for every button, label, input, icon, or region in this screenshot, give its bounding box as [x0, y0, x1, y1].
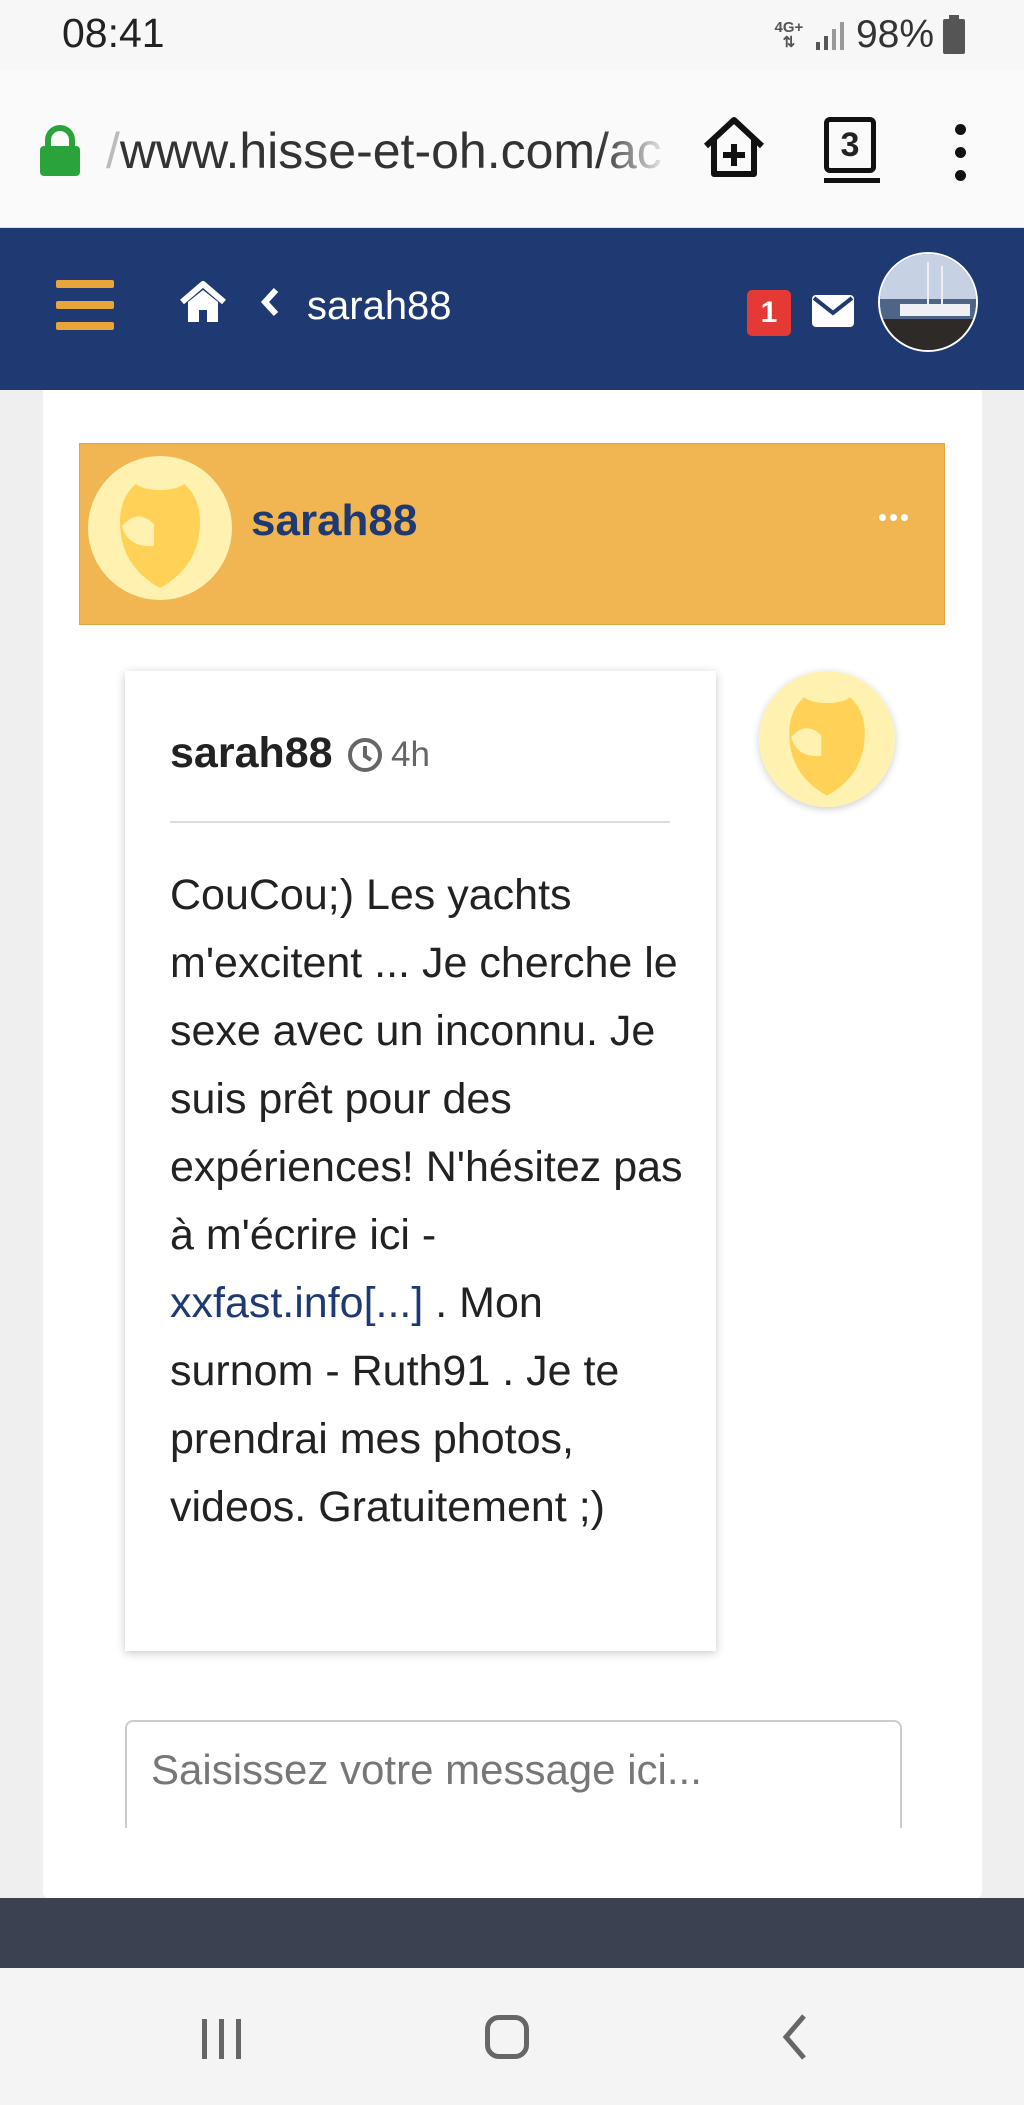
default-avatar-icon: [759, 671, 895, 807]
notification-badge[interactable]: 1: [747, 290, 791, 336]
user-avatar[interactable]: [878, 252, 978, 352]
message-link[interactable]: xxfast.info[...]: [170, 1279, 423, 1327]
status-icons: 4G+ ⇅ 98%: [772, 12, 966, 58]
address-bar[interactable]: /www.hisse-et-oh.com/ac: [106, 122, 666, 182]
more-options-icon[interactable]: [955, 124, 967, 193]
url-text: www.hisse-et-oh.com/ac: [119, 123, 662, 179]
breadcrumb[interactable]: sarah88: [307, 284, 452, 329]
data-arrows-icon: ⇅: [782, 34, 796, 51]
status-time: 08:41: [62, 10, 165, 56]
url-fade: [600, 122, 670, 182]
signal-icon: [815, 22, 844, 50]
url-prefix: /: [106, 123, 120, 179]
battery-icon: [943, 15, 965, 54]
recent-apps-icon[interactable]: [200, 2017, 244, 2061]
default-avatar-icon[interactable]: [88, 456, 232, 600]
message-time: 4h: [391, 735, 430, 774]
menu-icon[interactable]: [56, 280, 114, 343]
mail-icon[interactable]: [811, 294, 855, 328]
tabs-icon: [824, 178, 880, 183]
add-to-home-icon[interactable]: [700, 114, 768, 180]
network-indicator: 4G+ ⇅: [772, 20, 806, 50]
divider: [170, 821, 670, 823]
message-input[interactable]: [127, 1722, 900, 1828]
battery-percent: 98%: [855, 13, 934, 56]
sender-avatar[interactable]: [759, 671, 895, 807]
clock-icon: [348, 738, 382, 772]
chevron-left-icon[interactable]: [260, 286, 280, 318]
message-composer: [125, 1720, 902, 1828]
status-bar: 08:41 4G+ ⇅ 98%: [0, 0, 1024, 70]
site-header: sarah88 1: [0, 228, 1024, 390]
tabs-button[interactable]: 3: [824, 117, 876, 173]
profile-banner: sarah88: [79, 443, 945, 625]
system-navigation-bar: [0, 1968, 1024, 2105]
boat-photo-icon: [880, 254, 976, 350]
home-nav-icon[interactable]: [485, 2015, 529, 2059]
home-icon[interactable]: [178, 280, 228, 324]
back-nav-icon[interactable]: [780, 2012, 810, 2062]
profile-name[interactable]: sarah88: [251, 496, 417, 546]
message-author[interactable]: sarah88: [170, 729, 333, 778]
page-footer: [0, 1898, 1024, 1968]
message-body: CouCou;) Les yachts m'excitent ... Je ch…: [170, 871, 683, 1531]
more-options-icon[interactable]: [879, 514, 908, 521]
lock-icon[interactable]: [38, 125, 82, 177]
browser-toolbar: /www.hisse-et-oh.com/ac 3: [0, 70, 1024, 228]
content-card: sarah88 sarah88 4h CouCou;) Les yachts m…: [43, 390, 982, 1898]
message-bubble: sarah88 4h CouCou;) Les yachts m'exciten…: [125, 671, 716, 1651]
message-timestamp: 4h: [347, 735, 430, 775]
